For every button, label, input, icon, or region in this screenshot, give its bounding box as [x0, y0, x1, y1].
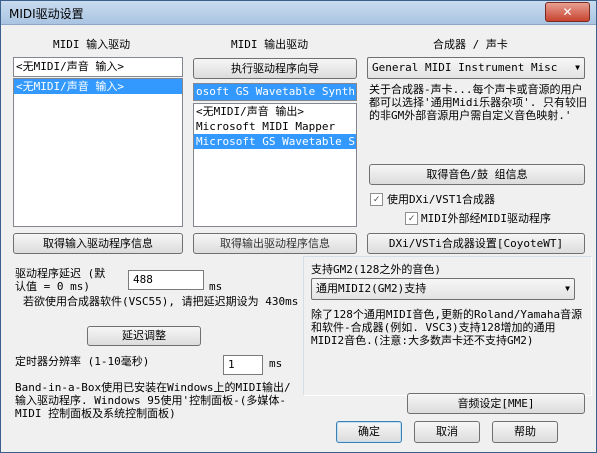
output-driver-display[interactable]: osoft GS Wavetable Synth — [193, 83, 357, 101]
latency-label-1: 驱动程序延迟 (默 — [15, 267, 106, 280]
timer-unit: ms — [269, 357, 283, 370]
synth-select-value: General MIDI Instrument Misc — [372, 61, 558, 74]
get-output-driver-info-button[interactable]: 取得输出驱动程序信息 — [193, 233, 357, 254]
list-item[interactable]: Microsoft GS Wavetable S — [194, 134, 356, 149]
input-selected: <无MIDI/声音 输入> — [16, 60, 124, 73]
input-driver-list[interactable]: <无MIDI/声音 输入> — [13, 78, 183, 227]
gm2-select[interactable]: 通用MIDI2(GM2)支持 ▼ — [311, 278, 575, 300]
driver-wizard-button[interactable]: 执行驱动程序向导 — [193, 58, 357, 79]
window-title: MIDI驱动设置 — [9, 7, 84, 21]
get-input-driver-info-button[interactable]: 取得输入驱动程序信息 — [13, 233, 183, 254]
gm2-description: 除了128个通用MIDI音色,更新的Roland/Yamaha音源和软件-合成器… — [311, 308, 583, 347]
chevron-down-icon: ▼ — [575, 63, 580, 72]
latency-unit: ms — [209, 280, 223, 293]
audio-settings-button[interactable]: 音频设定[MME] — [407, 393, 585, 414]
synth-header: 合成器 / 声卡 — [433, 38, 508, 51]
latency-note: 若欲使用合成器软件(VSC55), 请把延迟期设为 430ms — [23, 295, 299, 308]
midi-driver-settings-window: MIDI驱动设置 ✕ MIDI 输入驱动 <无MIDI/声音 输入> <无MID… — [0, 0, 597, 453]
use-dxi-label: 使用DXi/VST1合成器 — [387, 193, 495, 206]
synth-description: 关于合成器-声卡...每个声卡或音源的用户都可以选择'通用Midi乐器杂项'. … — [369, 83, 587, 122]
driver-footer-note: Band-in-a-Box使用已安装在Windows上的MIDI输出/输入驱动程… — [15, 381, 291, 420]
latency-label-2: 认值 = 0 ms) — [15, 280, 90, 293]
input-header: MIDI 输入驱动 — [53, 38, 131, 51]
latency-adjust-button[interactable]: 延迟调整 — [87, 326, 201, 346]
list-item[interactable]: <无MIDI/声音 输出> — [194, 104, 356, 119]
gm2-label: 支持GM2(128之外的音色) — [311, 263, 441, 276]
external-midi-checkbox[interactable]: ✓ — [405, 212, 418, 225]
title-bar: MIDI驱动设置 ✕ — [1, 1, 596, 25]
ok-button[interactable]: 确定 — [336, 421, 402, 443]
close-button[interactable]: ✕ — [545, 2, 590, 22]
use-dxi-checkbox[interactable]: ✓ — [370, 193, 383, 206]
synth-select[interactable]: General MIDI Instrument Misc ▼ — [367, 57, 585, 79]
latency-input[interactable]: 488 — [128, 270, 204, 290]
timer-input[interactable]: 1 — [223, 355, 263, 375]
list-item[interactable]: <无MIDI/声音 输入> — [14, 79, 182, 94]
chevron-down-icon: ▼ — [565, 284, 570, 293]
help-button[interactable]: 帮助 — [492, 421, 558, 443]
external-midi-label: MIDI外部经MIDI驱动程序 — [421, 212, 551, 225]
output-selected: osoft GS Wavetable Synth — [194, 84, 356, 100]
output-header: MIDI 输出驱动 — [231, 38, 309, 51]
output-driver-list[interactable]: <无MIDI/声音 输出> Microsoft MIDI Mapper Micr… — [193, 103, 357, 227]
input-driver-display[interactable]: <无MIDI/声音 输入> — [13, 57, 183, 77]
get-patch-drum-info-button[interactable]: 取得音色/鼓 组信息 — [369, 164, 585, 185]
list-item[interactable]: Microsoft MIDI Mapper — [194, 119, 356, 134]
timer-label: 定时器分辨率 (1-10毫秒) — [15, 355, 150, 368]
gm2-select-value: 通用MIDI2(GM2)支持 — [316, 282, 427, 295]
cancel-button[interactable]: 取消 — [414, 421, 480, 443]
dxi-settings-button[interactable]: DXi/VSTi合成器设置[CoyoteWT] — [367, 233, 585, 254]
